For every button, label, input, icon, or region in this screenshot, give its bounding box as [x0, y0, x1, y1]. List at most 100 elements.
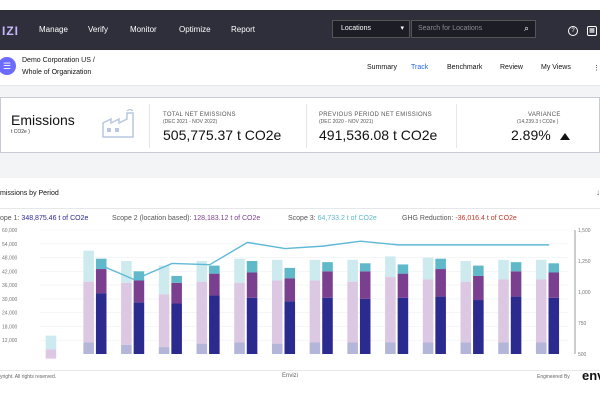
download-icon[interactable]: ↓ [596, 188, 600, 197]
breadcrumb: Demo Corporation US / [22, 57, 95, 64]
bar-scope3 [510, 262, 522, 272]
breadcrumb-scope[interactable]: Whole of Organization [22, 69, 91, 76]
nav-optimize[interactable]: Optimize [179, 25, 211, 34]
bar-scope3 [171, 275, 182, 283]
y-tick-label: 48,000 [2, 256, 18, 262]
bar-previous-scope1 [498, 342, 509, 354]
bar-previous-scope3 [121, 261, 132, 283]
bar-previous-scope3 [271, 259, 283, 281]
bar-scope1 [473, 300, 484, 354]
bar-scope1 [548, 297, 560, 354]
legend-scope2[interactable]: Scope 2 (location based): 128,183.12 t o… [112, 215, 260, 222]
divider [306, 104, 307, 148]
bar-scope1 [359, 298, 371, 354]
app-logo[interactable]: IZI [2, 24, 19, 38]
copyright-text: yright. All rights reserved. [0, 374, 57, 380]
nav-monitor[interactable]: Monitor [130, 25, 157, 34]
search-icon[interactable]: ⌕ [524, 23, 529, 34]
sub-header: ☰ Demo Corporation US / Whole of Organiz… [0, 50, 600, 86]
tab-track[interactable]: Track [411, 64, 428, 71]
y2-tick-label: 1,250 [578, 259, 591, 265]
locations-select[interactable]: Locations ▾ [332, 20, 410, 38]
bar-previous-scope2 [234, 282, 245, 343]
bar-scope2 [510, 271, 522, 297]
bar-scope1 [209, 295, 220, 354]
nav-report[interactable]: Report [231, 25, 255, 34]
chevron-down-icon: ▾ [400, 25, 404, 32]
top-nav-bar: IZI Manage Verify Monitor Optimize Repor… [0, 0, 600, 50]
more-menu-icon[interactable]: ⋮ [593, 64, 600, 72]
legend-scope1[interactable]: ope 1: 348,875.46 t of CO2e [0, 215, 88, 222]
legend-label: GHG Reduction: [402, 215, 454, 222]
page-title: Emissions [11, 112, 75, 128]
breadcrumb-org[interactable]: Demo Corporation US [22, 57, 91, 64]
bar-previous-scope2 [121, 282, 132, 345]
legend-scope3[interactable]: Scope 3: 64,733.2 t of CO2e [288, 215, 377, 222]
legend-ghg-reduction[interactable]: GHG Reduction: -36,016.4 t of CO2e [402, 215, 517, 222]
y-tick-label: 36,000 [2, 283, 18, 289]
previous-period-period: (DEC 2020 - NOV 2021) [319, 119, 374, 125]
tab-benchmark[interactable]: Benchmark [447, 64, 482, 71]
bar-previous-scope2 [309, 280, 321, 343]
bar-scope2 [322, 271, 333, 298]
bar-previous-scope2 [498, 279, 509, 343]
legend-label: Scope 2 (location based): [112, 215, 192, 222]
bar-previous-scope2 [271, 280, 283, 344]
menu-icon[interactable]: ☰ [0, 57, 16, 75]
bar-scope2 [473, 275, 484, 301]
bar-previous-scope2 [158, 294, 170, 348]
bar-previous-scope1 [196, 343, 208, 354]
total-net-emissions-label: TOTAL NET EMISSIONS [163, 112, 236, 118]
divider [149, 104, 150, 148]
breadcrumb-separator: / [92, 57, 95, 64]
y-tick-label: 54,000 [2, 242, 18, 248]
bar-previous-scope1 [234, 342, 245, 354]
tab-review[interactable]: Review [500, 64, 523, 71]
divider [456, 104, 457, 148]
emissions-summary-card: Emissions t CO2e ) TOTAL NET EMISSIONS (… [0, 97, 600, 153]
bar-previous-scope1 [385, 342, 396, 354]
nav-manage[interactable]: Manage [39, 25, 68, 34]
bar-previous-scope2 [45, 349, 57, 359]
bar-scope2 [171, 282, 182, 304]
variance-label: VARIANCE [528, 112, 561, 118]
footer-logo: env [582, 368, 600, 383]
help-icon[interactable]: ? [568, 26, 578, 36]
bar-previous-scope3 [158, 265, 170, 295]
bar-previous-scope1 [347, 342, 358, 354]
bar-previous-scope1 [158, 347, 170, 354]
tab-summary[interactable]: Summary [367, 64, 397, 71]
emissions-unit: t CO2e ) [11, 129, 30, 135]
emissions-bar-chart: 12,000 18,000 24,000 30,000 36,000 42,000 48,0… [2, 228, 591, 359]
bar-scope3 [359, 263, 371, 272]
y-tick-label: 42,000 [2, 269, 18, 275]
emissions-chart-card: missions by Period ↓ ope 1: 348,875.46 t… [0, 178, 600, 400]
variance-sub: (14,239.3 t CO2e ) [517, 119, 559, 125]
bar-previous-scope2 [422, 279, 434, 343]
bar-scope2 [397, 273, 409, 298]
bar-previous-scope3 [460, 261, 472, 282]
y2-tick-label: 500 [578, 352, 587, 358]
bar-previous-scope3 [535, 259, 547, 280]
bar-previous-scope3 [234, 258, 245, 283]
bar-previous-scope1 [460, 342, 472, 354]
bar-scope1 [95, 293, 107, 354]
location-search-input[interactable]: Search for Locations ⌕ [411, 20, 536, 38]
bar-scope2 [133, 280, 145, 303]
bar-scope3 [548, 263, 560, 273]
bar-previous-scope3 [45, 335, 57, 350]
bar-scope2 [246, 272, 258, 298]
total-net-emissions-period: (DEC 2021 - NOV 2022) [163, 119, 218, 125]
bar-previous-scope1 [271, 343, 283, 354]
bar-scope2 [95, 269, 107, 294]
trend-up-icon [560, 133, 570, 140]
bar-previous-scope1 [83, 342, 94, 354]
legend-value: 348,875.46 t of CO2e [21, 215, 89, 222]
bar-scope3 [209, 265, 220, 274]
bar-previous-scope1 [309, 342, 321, 354]
tab-my-views[interactable]: My Views [541, 64, 571, 71]
bar-scope2 [548, 272, 560, 298]
nav-verify[interactable]: Verify [88, 25, 108, 34]
apps-icon[interactable]: ▦ [587, 26, 597, 36]
search-placeholder: Search for Locations [418, 25, 483, 32]
